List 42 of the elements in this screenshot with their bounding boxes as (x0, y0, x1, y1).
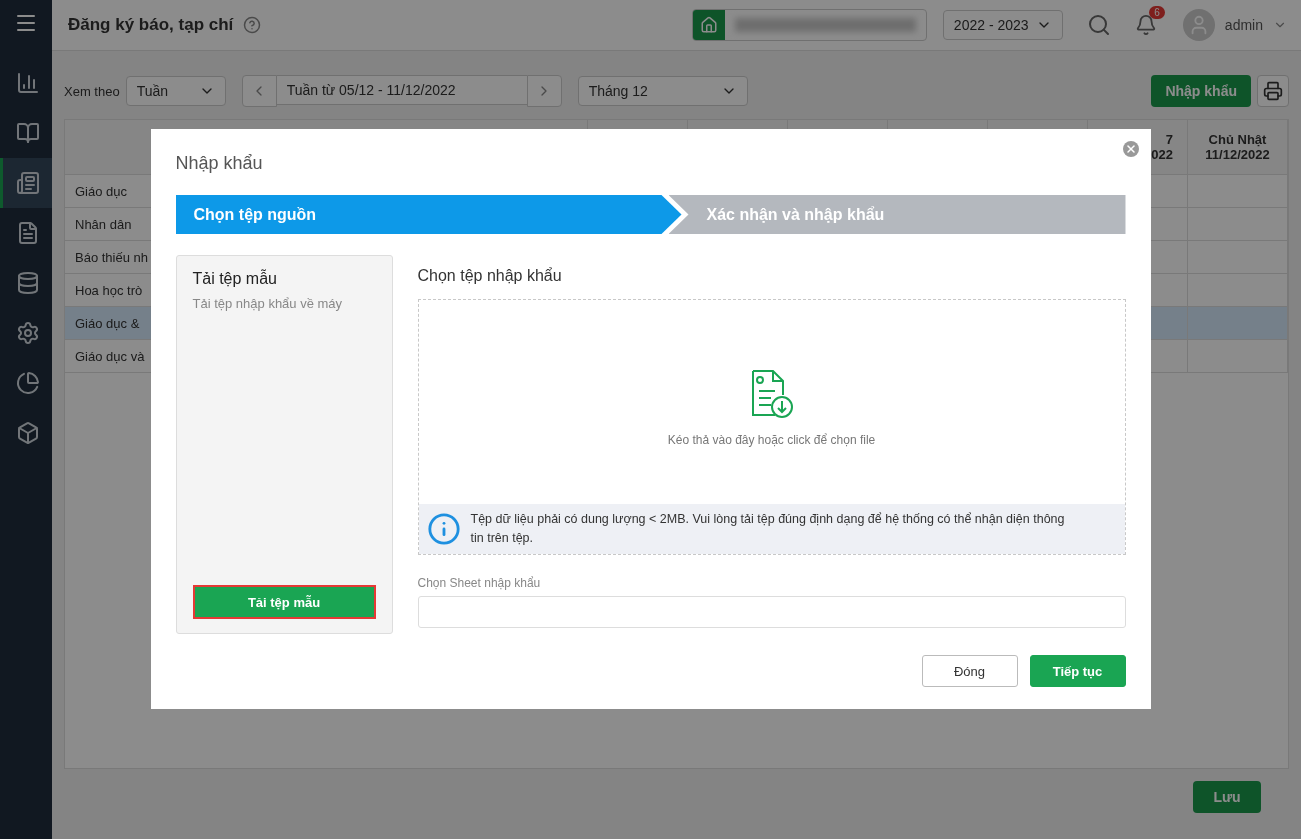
column-header: 11/12/2022 (1205, 147, 1270, 162)
info-icon (426, 512, 461, 546)
cube-icon (15, 421, 40, 445)
bar-chart-icon (15, 71, 40, 95)
school-field[interactable] (691, 9, 927, 41)
print-button[interactable] (1257, 75, 1289, 107)
drop-hint: Kéo thả vào đây hoặc click để chọn file (667, 433, 876, 447)
book-icon (15, 121, 40, 145)
year-select[interactable]: 2022 - 2023 (942, 10, 1063, 40)
newspaper-icon (15, 171, 40, 195)
sheet-field[interactable] (417, 596, 1126, 628)
close-icon[interactable] (1122, 141, 1139, 157)
help-icon[interactable] (243, 16, 262, 34)
sheet-label: Chọn Sheet nhập khẩu (417, 576, 542, 590)
settings-icon (15, 321, 40, 345)
month-select[interactable]: Tháng 12 (577, 76, 748, 106)
column-header: Chủ Nhật (1208, 132, 1267, 147)
column-header: 022 (1151, 147, 1173, 162)
column-header: 7 (1165, 132, 1173, 147)
download-template-button[interactable]: Tải tệp mẫu (192, 585, 376, 619)
continue-button[interactable]: Tiếp tục (1029, 655, 1126, 687)
view-select[interactable]: Tuần (125, 76, 226, 106)
drop-zone[interactable]: Kéo thả vào đây hoặc click để chọn file Tệp dữ liệu phải có dung lượng < 2MB. Vui lòng tải tệp đúng định dạng để hệ thống có thể nhận diện thông tin trên tệp. (417, 299, 1126, 555)
home-icon (699, 16, 718, 34)
week-field[interactable]: Tuần từ 05/12 - 11/12/2022 (276, 75, 527, 105)
search-icon[interactable] (1086, 13, 1111, 37)
database-icon (15, 271, 40, 295)
dialog-title: Nhập khẩu (175, 153, 264, 174)
notification-badge: 6 (1149, 6, 1165, 19)
pie-chart-icon (15, 371, 40, 395)
import-button[interactable]: Nhập khẩu (1151, 75, 1251, 107)
save-button[interactable]: Lưu (1193, 781, 1261, 813)
sidebar-item[interactable] (0, 158, 52, 208)
info-text: Tệp dữ liệu phải có dung lượng < 2MB. Vui lòng tải tệp đúng định dạng để hệ thống có thể nhận diện thông tin trên tệp. (470, 511, 1066, 547)
bell-icon[interactable] (1134, 14, 1157, 36)
wizard-step: Chọn tệp nguồn (175, 195, 682, 234)
user-name[interactable]: admin (1224, 17, 1263, 33)
wizard-step: Xác nhận và nhập khẩu (668, 195, 1126, 234)
page-title: Đăng ký báo, tạp chí (68, 15, 234, 35)
view-label: Xem theo (64, 83, 120, 99)
file-download-icon (749, 369, 794, 419)
close-button[interactable]: Đóng (921, 655, 1018, 687)
